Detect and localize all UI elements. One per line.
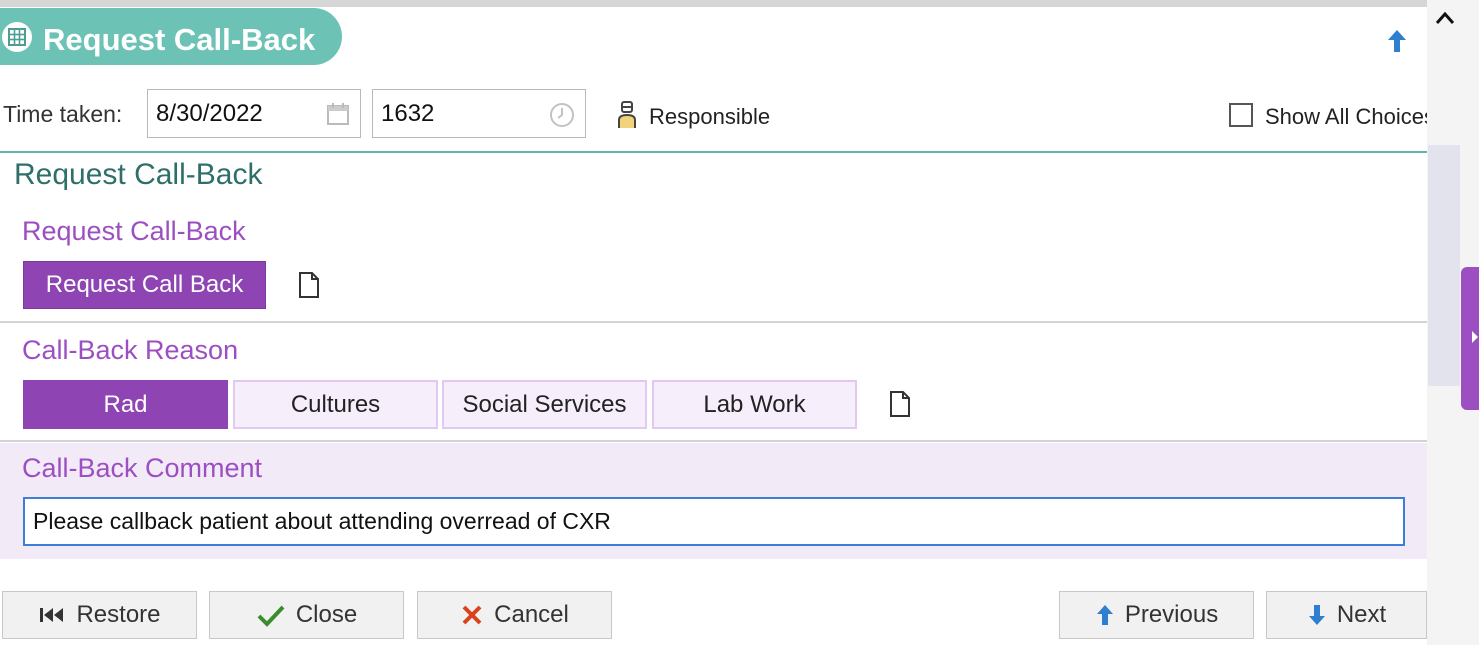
document-icon[interactable] xyxy=(297,271,321,299)
arrow-up-icon xyxy=(1096,605,1113,625)
section-divider xyxy=(0,321,1427,323)
chevron-right-icon xyxy=(1472,331,1478,343)
close-label: Close xyxy=(295,601,358,628)
x-icon xyxy=(462,605,482,625)
document-icon[interactable] xyxy=(888,390,912,418)
next-button[interactable]: Next xyxy=(1266,591,1427,639)
previous-label: Previous xyxy=(1124,601,1219,628)
comment-input[interactable] xyxy=(23,497,1405,546)
reason-option-rad[interactable]: Rad xyxy=(23,380,228,429)
clock-icon[interactable] xyxy=(549,102,575,128)
request-call-back-button[interactable]: Request Call Back xyxy=(23,261,266,309)
section-divider xyxy=(0,440,1427,442)
restore-label: Restore xyxy=(76,601,161,628)
grid-icon xyxy=(2,22,32,52)
person-icon xyxy=(618,101,636,128)
next-label: Next xyxy=(1336,601,1387,628)
time-value: 1632 xyxy=(381,100,435,127)
chevron-up-icon[interactable] xyxy=(1433,8,1457,28)
top-strip xyxy=(0,0,1427,7)
time-taken-label: Time taken: xyxy=(3,101,123,127)
first-page-icon xyxy=(40,608,64,622)
restore-button[interactable]: Restore xyxy=(2,591,197,639)
reason-option-lab-work[interactable]: Lab Work xyxy=(652,380,857,429)
arrow-up-icon[interactable] xyxy=(1386,28,1408,54)
scrollbar-thumb[interactable] xyxy=(1428,145,1460,386)
section-title: Request Call-Back xyxy=(14,158,263,191)
show-all-label[interactable]: Show All Choices xyxy=(1265,104,1427,130)
responsible-label: Responsible xyxy=(649,104,771,129)
cancel-label: Cancel xyxy=(494,601,569,628)
header-divider xyxy=(0,151,1427,153)
previous-button[interactable]: Previous xyxy=(1059,591,1254,639)
cancel-button[interactable]: Cancel xyxy=(417,591,612,639)
header-title-pill: Request Call-Back xyxy=(0,8,342,65)
arrow-down-icon xyxy=(1308,605,1325,625)
date-value: 8/30/2022 xyxy=(156,100,263,127)
reason-option-cultures[interactable]: Cultures xyxy=(233,380,438,429)
show-all-checkbox[interactable] xyxy=(1229,103,1253,127)
callback-comment-label: Call-Back Comment xyxy=(22,453,263,483)
reason-option-social-services[interactable]: Social Services xyxy=(442,380,647,429)
callback-reason-label: Call-Back Reason xyxy=(22,335,239,365)
date-field[interactable]: 8/30/2022 xyxy=(147,89,361,138)
request-callback-label: Request Call-Back xyxy=(22,216,246,246)
calendar-icon[interactable] xyxy=(326,102,350,126)
side-panel-tab[interactable] xyxy=(1461,267,1479,410)
close-button[interactable]: Close xyxy=(209,591,404,639)
checkmark-icon xyxy=(257,605,285,627)
page-title: Request Call-Back xyxy=(43,22,316,57)
time-field[interactable]: 1632 xyxy=(372,89,586,138)
